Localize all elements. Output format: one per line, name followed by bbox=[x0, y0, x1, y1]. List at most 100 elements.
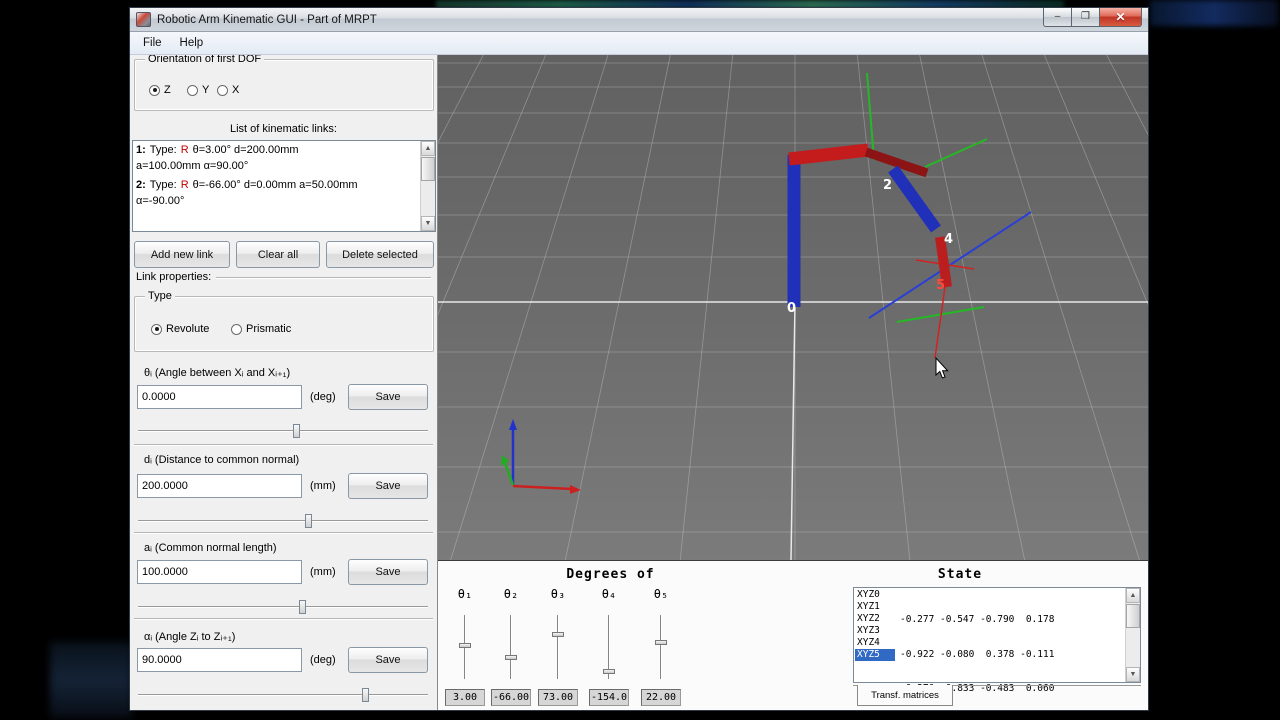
menu-file[interactable]: File bbox=[134, 34, 171, 52]
radio-revolute[interactable]: Revolute bbox=[151, 323, 209, 335]
radio-x-circle[interactable] bbox=[217, 84, 228, 96]
joint-label-5: 5 bbox=[936, 278, 945, 293]
link-item-2[interactable]: 2: Type: Rθ=-66.00° d=0.00mm a=50.00mm α=-… bbox=[136, 177, 418, 209]
dof-slider-5[interactable] bbox=[654, 615, 668, 679]
dof-slider-4[interactable] bbox=[602, 615, 616, 679]
links-list-scrollbar[interactable]: ▲ ▼ bbox=[420, 141, 435, 231]
a-slider-track bbox=[138, 606, 428, 608]
d-input[interactable] bbox=[137, 474, 302, 498]
minimize-button[interactable]: – bbox=[1043, 7, 1072, 27]
frame-xyz0[interactable]: XYZ0 bbox=[855, 589, 895, 601]
dof-column-4: θ₄ -154.0 bbox=[587, 587, 631, 709]
theta-slider-thumb[interactable] bbox=[293, 424, 300, 438]
window-title: Robotic Arm Kinematic GUI - Part of MRPT bbox=[157, 13, 377, 26]
dof-column-1: θ₁ 3.00 bbox=[443, 587, 487, 709]
radio-revolute-label: Revolute bbox=[166, 323, 210, 335]
joint-label-0: 0 bbox=[787, 301, 796, 316]
orientation-group-label: Orientation of first DOF bbox=[145, 55, 265, 65]
scroll-up-icon[interactable]: ▲ bbox=[421, 141, 435, 156]
link-item-1[interactable]: 1: Type: Rθ=3.00° d=200.00mm a=100.00mm α=… bbox=[136, 142, 418, 174]
radio-y-label: Y bbox=[202, 84, 210, 96]
theta-unit: (deg) bbox=[310, 391, 336, 403]
state-scrollbar[interactable]: ▲ ▼ bbox=[1125, 588, 1140, 682]
alpha-input[interactable] bbox=[137, 648, 302, 672]
frame-xyz3[interactable]: XYZ3 bbox=[855, 625, 895, 637]
frame-xyz5[interactable]: XYZ5 bbox=[855, 649, 895, 661]
frame-xyz4[interactable]: XYZ4 bbox=[855, 637, 895, 649]
joint-label-2: 2 bbox=[883, 178, 892, 193]
a-slider[interactable] bbox=[138, 600, 428, 614]
alpha-save-button[interactable]: Save bbox=[348, 647, 428, 673]
dof-value-2: -66.00 bbox=[491, 689, 531, 706]
a-save-button[interactable]: Save bbox=[348, 559, 428, 585]
a-input[interactable] bbox=[137, 560, 302, 584]
a-slider-thumb[interactable] bbox=[299, 600, 306, 614]
dof-slider-3-thumb[interactable] bbox=[552, 632, 564, 637]
dof-slider-3[interactable] bbox=[551, 615, 565, 679]
theta-save-button[interactable]: Save bbox=[348, 384, 428, 410]
d-unit: (mm) bbox=[310, 480, 336, 492]
alpha-slider-track bbox=[138, 694, 428, 696]
d-slider-thumb[interactable] bbox=[305, 514, 312, 528]
theta-slider[interactable] bbox=[138, 424, 428, 438]
mouse-cursor-icon bbox=[935, 356, 949, 379]
scroll-down-icon[interactable]: ▼ bbox=[421, 216, 435, 231]
desktop-blur-bottom-left bbox=[50, 642, 132, 718]
scroll-down-icon[interactable]: ▼ bbox=[1126, 667, 1140, 682]
dof-column-3: θ₃ 73.00 bbox=[536, 587, 580, 709]
clear-all-button[interactable]: Clear all bbox=[236, 241, 320, 268]
scrollbar-thumb[interactable] bbox=[1126, 604, 1140, 628]
alpha-slider[interactable] bbox=[138, 688, 428, 702]
maximize-button[interactable]: ❐ bbox=[1072, 7, 1099, 27]
dof-slider-1-thumb[interactable] bbox=[459, 643, 471, 648]
a-label: aᵢ (Common normal length) bbox=[144, 542, 277, 554]
radio-revolute-circle[interactable] bbox=[151, 323, 162, 335]
dof-slider-4-thumb[interactable] bbox=[603, 669, 615, 674]
frame-xyz2[interactable]: XYZ2 bbox=[855, 613, 895, 625]
kinematic-links-list[interactable]: 1: Type: Rθ=3.00° d=200.00mm a=100.00mm α=… bbox=[132, 140, 436, 232]
dof-label-5: θ₅ bbox=[653, 587, 669, 601]
radio-prismatic-label: Prismatic bbox=[246, 323, 292, 335]
close-button[interactable]: ✕ bbox=[1099, 7, 1142, 27]
transf-matrices-tab[interactable]: Transf. matrices bbox=[857, 685, 953, 706]
radio-prismatic[interactable]: Prismatic bbox=[231, 323, 291, 335]
dof-label-2: θ₂ bbox=[503, 587, 519, 601]
alpha-slider-thumb[interactable] bbox=[362, 688, 369, 702]
d-slider-track bbox=[138, 520, 428, 522]
app-window: Robotic Arm Kinematic GUI - Part of MRPT… bbox=[129, 7, 1149, 720]
d-slider[interactable] bbox=[138, 514, 428, 528]
type-group-label: Type bbox=[145, 290, 175, 302]
link1-params-line2: a=100.00mm α=90.00° bbox=[136, 160, 249, 172]
delete-selected-button[interactable]: Delete selected bbox=[326, 241, 434, 268]
radio-orientation-z[interactable]: Z bbox=[149, 84, 171, 96]
scroll-up-icon[interactable]: ▲ bbox=[1126, 588, 1140, 603]
radio-prismatic-circle[interactable] bbox=[231, 323, 242, 335]
link-properties-rule bbox=[216, 277, 431, 279]
d-save-button[interactable]: Save bbox=[348, 473, 428, 499]
dof-label-4: θ₄ bbox=[601, 587, 617, 601]
theta-input[interactable] bbox=[137, 385, 302, 409]
dof-value-5: 22.00 bbox=[641, 689, 681, 706]
radio-y-circle[interactable] bbox=[187, 84, 198, 96]
links-list-header: List of kinematic links: bbox=[230, 123, 337, 135]
link-properties-header: Link properties: bbox=[136, 271, 212, 283]
arm-link-3 bbox=[888, 165, 941, 233]
radio-orientation-y[interactable]: Y bbox=[187, 84, 209, 96]
dof-slider-2[interactable] bbox=[504, 615, 518, 679]
link2-type: R bbox=[180, 179, 189, 191]
state-listbox[interactable]: XYZ0 XYZ1 XYZ2 XYZ3 XYZ4 XYZ5 -0.277 -0.… bbox=[853, 587, 1141, 720]
dof-slider-2-thumb[interactable] bbox=[505, 655, 517, 660]
frame-xyz1[interactable]: XYZ1 bbox=[855, 601, 895, 613]
dof-slider-5-thumb[interactable] bbox=[655, 640, 667, 645]
title-bar[interactable]: Robotic Arm Kinematic GUI - Part of MRPT… bbox=[130, 7, 1148, 32]
scrollbar-thumb[interactable] bbox=[421, 157, 435, 181]
3d-viewport[interactable]: 0 2 4 5 bbox=[438, 55, 1148, 560]
menu-help[interactable]: Help bbox=[171, 34, 213, 52]
state-panel: State XYZ0 XYZ1 XYZ2 XYZ3 XYZ4 XYZ5 -0.2… bbox=[845, 561, 1148, 720]
radio-z-circle[interactable] bbox=[149, 84, 160, 96]
dof-slider-1[interactable] bbox=[458, 615, 472, 679]
radio-z-label: Z bbox=[164, 84, 171, 96]
radio-orientation-x[interactable]: X bbox=[217, 84, 239, 96]
add-new-link-button[interactable]: Add new link bbox=[134, 241, 230, 268]
link2-params-line1: θ=-66.00° d=0.00mm a=50.00mm bbox=[192, 179, 358, 191]
